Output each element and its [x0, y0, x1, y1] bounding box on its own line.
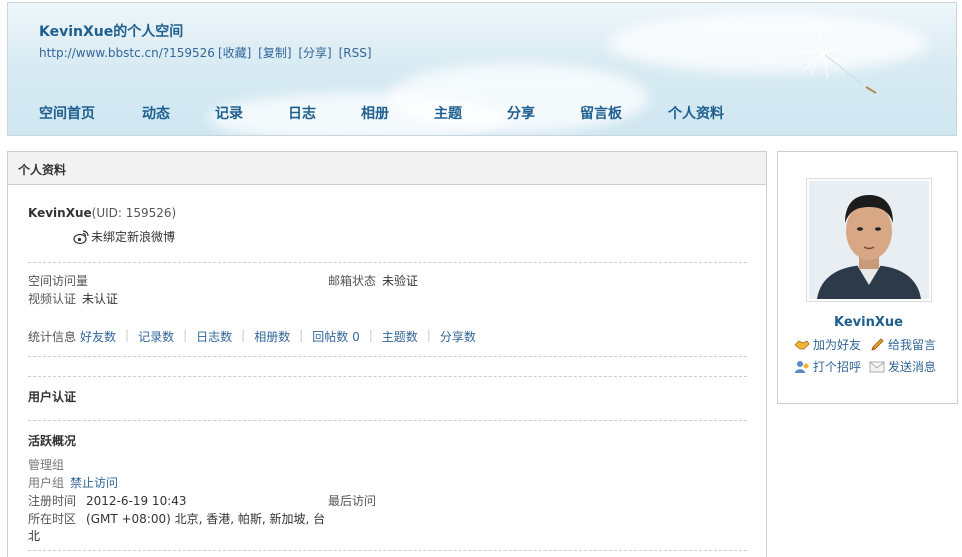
- separator: |: [426, 328, 431, 342]
- card-username[interactable]: KevinXue: [778, 315, 959, 330]
- nav-threads[interactable]: 主题: [434, 103, 507, 123]
- weibo-icon: [73, 228, 89, 245]
- email-row: 邮箱状态 未验证: [328, 272, 418, 289]
- rss-link[interactable]: [RSS]: [339, 46, 372, 60]
- reg-label: 注册时间: [28, 494, 77, 508]
- video-label: 视频认证: [28, 292, 77, 306]
- timezone-value-wrap: 北: [28, 529, 41, 543]
- user-heading: KevinXue(UID: 159526): [28, 206, 176, 220]
- divider: [28, 376, 747, 377]
- leave-message-label: 给我留言: [888, 338, 937, 352]
- stats-label: 统计信息: [28, 330, 77, 344]
- space-title[interactable]: KevinXue的个人空间: [39, 21, 183, 41]
- handshake-icon: [794, 339, 810, 349]
- user-group-row: 用户组 禁止访问: [28, 474, 118, 491]
- username: KevinXue: [28, 206, 92, 220]
- divider: [28, 420, 747, 421]
- user-group-label: 用户组: [28, 476, 65, 490]
- nav-blog[interactable]: 日志: [288, 103, 361, 123]
- admin-group-row: 管理组: [28, 458, 65, 472]
- last-visit-label: 最后访问: [328, 494, 377, 508]
- stat-records[interactable]: 记录数: [138, 328, 174, 345]
- visits-label: 空间访问量: [28, 274, 89, 288]
- separator: |: [241, 328, 246, 342]
- stats-row: 统计信息 好友数 | 记录数 | 日志数 | 相册数 | 回帖数 0 | 主题数 | 分享数: [28, 328, 476, 345]
- space-header: KevinXue的个人空间 http://www.bbstc.cn/?15952…: [7, 2, 957, 136]
- nav-guestbook[interactable]: 留言板: [580, 103, 668, 123]
- favorite-link[interactable]: [收藏]: [218, 46, 251, 60]
- profile-panel: 个人资料 KevinXue(UID: 159526) 未绑定新浪微博 空间访问量…: [7, 151, 767, 557]
- reg-value: 2012-6-19 10:43: [86, 494, 187, 508]
- space-links: http://www.bbstc.cn/?159526 [收藏] [复制] [分享…: [39, 44, 375, 61]
- stat-blogs[interactable]: 日志数: [196, 328, 232, 345]
- send-message-label: 发送消息: [888, 360, 937, 374]
- envelope-icon: [869, 361, 885, 372]
- copy-link[interactable]: [复制]: [258, 46, 291, 60]
- leave-message-button[interactable]: 给我留言: [869, 336, 936, 353]
- weibo-text: 未绑定新浪微博: [91, 230, 176, 244]
- user-cert-title: 用户认证: [28, 390, 77, 404]
- timezone-row: 所在时区 (GMT +08:00) 北京, 香港, 帕斯, 新加坡, 台: [28, 510, 325, 527]
- email-label: 邮箱状态: [328, 274, 377, 288]
- space-url-link[interactable]: http://www.bbstc.cn/?159526: [39, 46, 215, 60]
- stat-albums[interactable]: 相册数: [254, 328, 290, 345]
- user-card: KevinXue 加为好友 给我留言 打个招呼 发送消息: [777, 151, 958, 404]
- separator: |: [183, 328, 188, 342]
- nav-home[interactable]: 空间首页: [39, 103, 142, 123]
- avatar[interactable]: [806, 178, 932, 302]
- send-message-button[interactable]: 发送消息: [869, 358, 936, 375]
- divider: [28, 262, 747, 263]
- timezone-value: (GMT +08:00) 北京, 香港, 帕斯, 新加坡, 台: [86, 512, 326, 526]
- greet-user-icon: [795, 360, 809, 373]
- visits-row: 空间访问量: [28, 272, 88, 289]
- user-photo: [809, 181, 929, 299]
- separator: |: [299, 328, 304, 342]
- share-link[interactable]: [分享]: [298, 46, 331, 60]
- last-visit-row: 最后访问: [328, 492, 376, 509]
- nav-records[interactable]: 记录: [215, 103, 288, 123]
- add-friend-button[interactable]: 加为好友: [794, 336, 861, 353]
- nav-profile[interactable]: 个人资料: [668, 103, 758, 123]
- nav-album[interactable]: 相册: [361, 103, 434, 123]
- stat-threads[interactable]: 主题数: [382, 328, 418, 345]
- pencil-icon: [871, 337, 884, 351]
- separator: |: [368, 328, 373, 342]
- nav-feed[interactable]: 动态: [142, 103, 215, 123]
- stat-replies[interactable]: 回帖数 0: [312, 328, 359, 345]
- video-row: 视频认证 未认证: [28, 290, 118, 307]
- email-value: 未验证: [382, 274, 419, 288]
- nav-share[interactable]: 分享: [507, 103, 580, 123]
- weibo-status: 未绑定新浪微博: [73, 228, 175, 245]
- separator: |: [125, 328, 130, 342]
- divider: [28, 356, 747, 357]
- greet-button[interactable]: 打个招呼: [794, 358, 861, 375]
- panel-title: 个人资料: [8, 152, 766, 185]
- greet-label: 打个招呼: [813, 360, 862, 374]
- space-nav: 空间首页 动态 记录 日志 相册 主题 分享 留言板 个人资料: [39, 103, 758, 123]
- video-value: 未认证: [82, 292, 119, 306]
- user-group-value[interactable]: 禁止访问: [70, 476, 118, 490]
- stat-shares[interactable]: 分享数: [440, 328, 476, 345]
- user-uid: (UID: 159526): [91, 206, 177, 220]
- activity-title: 活跃概况: [28, 434, 77, 448]
- dandelion-icon: [792, 27, 877, 94]
- add-friend-label: 加为好友: [813, 338, 862, 352]
- reg-row: 注册时间 2012-6-19 10:43: [28, 492, 187, 509]
- divider: [28, 550, 747, 551]
- timezone-label: 所在时区: [28, 512, 77, 526]
- stat-friends[interactable]: 好友数: [80, 328, 116, 345]
